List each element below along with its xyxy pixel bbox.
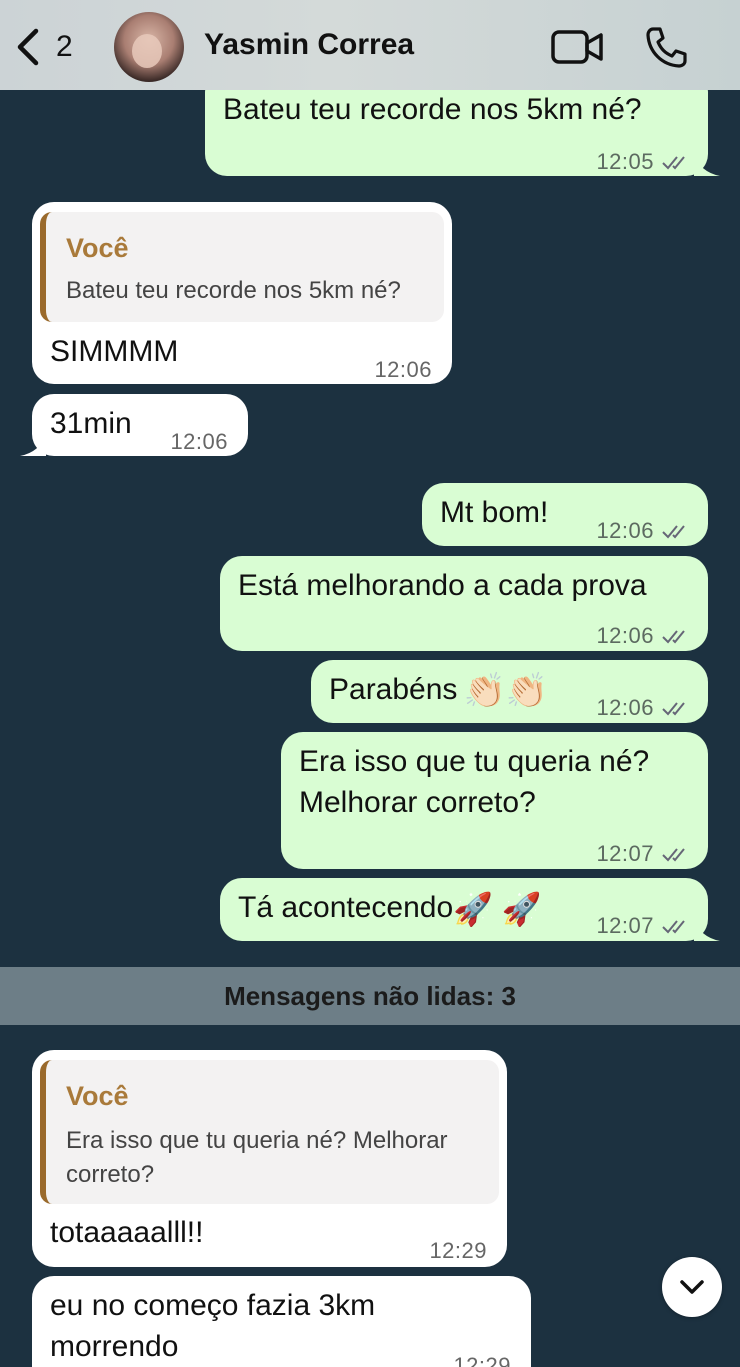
message-time: 12:07 — [596, 841, 654, 866]
double-check-icon — [662, 630, 685, 644]
message-time: 12:06 — [596, 623, 654, 648]
message-meta: 12:05 — [596, 142, 690, 182]
message-time: 12:06 — [596, 518, 654, 543]
double-check-icon — [662, 848, 685, 862]
message-bubble-incoming[interactable]: Você Era isso que tu queria né? Melhorar… — [32, 1050, 507, 1267]
message-text: Tá acontecendo — [238, 891, 454, 924]
bubble-tail — [694, 919, 720, 941]
message-text: Parabéns — [329, 673, 458, 706]
message-time: 12:06 — [596, 695, 654, 720]
voice-call-button[interactable] — [636, 22, 696, 72]
message-bubble-outgoing[interactable]: Era isso que tu queria né? Melhorar corr… — [281, 732, 708, 869]
clapping-hands-emoji: 👏🏻👏🏻 — [463, 672, 549, 711]
quote-text-line-2: correto? — [66, 1161, 155, 1188]
message-text: Está melhorando a cada prova — [238, 569, 647, 602]
quote-author: Você — [66, 1081, 129, 1111]
message-text-line-2: Melhorar correto? — [299, 786, 536, 819]
quote-text-line-1: Era isso que tu queria né? Melhorar — [66, 1127, 448, 1154]
message-text: Bateu teu recorde nos 5km né? — [223, 93, 642, 126]
quoted-message[interactable]: Você Bateu teu recorde nos 5km né? — [40, 212, 444, 322]
message-text-line-2: morrendo — [50, 1330, 179, 1363]
message-text: Mt bom! — [440, 496, 549, 529]
double-check-icon — [662, 156, 685, 170]
message-time: 12:29 — [453, 1353, 511, 1367]
message-text: SIMMMM — [50, 335, 179, 368]
back-button[interactable]: 2 — [12, 20, 92, 74]
message-meta: 12:06 — [596, 616, 690, 656]
message-bubble-outgoing[interactable]: Tá acontecendo🚀 🚀 12:07 — [220, 878, 720, 941]
chat-header: 2 Yasmin Correa — [0, 0, 740, 90]
message-bubble-incoming[interactable]: eu no começo fazia 3km morrendo 12:29 — [32, 1276, 531, 1367]
scroll-to-bottom-button[interactable] — [662, 1257, 722, 1317]
message-bubble-incoming[interactable]: Você Bateu teu recorde nos 5km né? SIMMM… — [32, 202, 452, 384]
message-bubble-outgoing[interactable]: Mt bom! 12:06 — [422, 483, 708, 546]
message-content: Parabéns 👏🏻👏🏻 — [329, 670, 548, 711]
message-meta: 12:07 — [596, 834, 690, 874]
message-bubble-outgoing[interactable]: Parabéns 👏🏻👏🏻 12:06 — [311, 660, 708, 723]
message-time: 12:29 — [429, 1238, 487, 1263]
message-text: 31min — [50, 407, 132, 440]
video-call-button[interactable] — [548, 22, 608, 72]
double-check-icon — [662, 702, 685, 716]
message-bubble-incoming[interactable]: 31min 12:06 — [20, 394, 248, 456]
message-time: 12:06 — [374, 357, 432, 382]
quote-text: Bateu teu recorde nos 5km né? — [66, 277, 401, 304]
contact-name[interactable]: Yasmin Correa — [204, 28, 414, 62]
message-text-line-1: Era isso que tu queria né? — [299, 745, 650, 778]
bubble-tail — [694, 154, 720, 176]
message-time: 12:05 — [596, 149, 654, 174]
message-bubble-outgoing[interactable]: Está melhorando a cada prova 12:06 — [220, 556, 708, 651]
avatar[interactable] — [114, 12, 184, 82]
message-text-line-1: eu no começo fazia 3km — [50, 1289, 376, 1322]
unread-messages-banner: Mensagens não lidas: 3 — [0, 967, 740, 1025]
chevron-left-icon — [17, 28, 39, 66]
message-time: 12:06 — [170, 429, 228, 454]
rocket-emoji: 🚀 🚀 — [453, 891, 542, 928]
quote-author: Você — [66, 233, 129, 263]
message-text: totaaaaalll!! — [50, 1216, 204, 1249]
double-check-icon — [662, 525, 685, 539]
message-time: 12:07 — [596, 913, 654, 938]
phone-icon — [646, 27, 687, 68]
chevron-down-icon — [680, 1280, 704, 1294]
double-check-icon — [662, 920, 685, 934]
message-content: Tá acontecendo🚀 🚀 — [238, 888, 542, 929]
bubble-tail — [20, 434, 46, 456]
unread-chats-count: 2 — [56, 30, 73, 63]
video-call-icon — [551, 30, 603, 64]
message-meta: 12:07 — [596, 906, 690, 946]
message-meta: 12:06 — [596, 511, 690, 551]
message-meta: 12:06 — [596, 688, 690, 728]
quoted-message[interactable]: Você Era isso que tu queria né? Melhorar… — [40, 1060, 499, 1204]
